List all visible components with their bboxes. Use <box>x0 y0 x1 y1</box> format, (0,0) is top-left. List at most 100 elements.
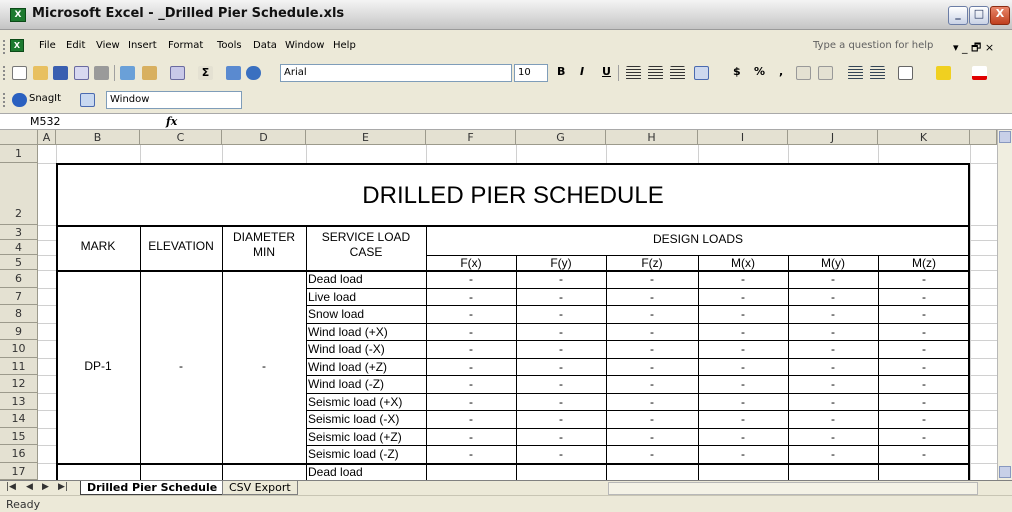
row-header[interactable]: 14 <box>0 410 38 428</box>
row-header[interactable]: 4 <box>0 240 38 255</box>
toolbar-grip[interactable] <box>3 66 6 80</box>
column-header[interactable]: K <box>878 130 970 145</box>
menu-data[interactable]: Data <box>253 40 277 51</box>
prev-sheet-icon[interactable]: ◀ <box>26 482 33 492</box>
sheet-tab-csv-export[interactable]: CSV Export <box>222 481 298 495</box>
column-header[interactable]: D <box>222 130 306 145</box>
font-size-select[interactable]: 10 <box>514 64 548 82</box>
align-left-icon[interactable] <box>626 66 641 80</box>
bold-button[interactable]: B <box>557 65 565 78</box>
last-sheet-icon[interactable]: ▶| <box>58 482 68 492</box>
worksheet-grid[interactable]: A B C D E F G H I J K 1 2 3 4 5 6 7 8 9 10 11 12 13 14 15 16 17 DRIL… <box>0 130 1012 480</box>
select-all-corner[interactable] <box>0 130 38 145</box>
row-header[interactable]: 12 <box>0 375 38 393</box>
vertical-scrollbar[interactable] <box>997 130 1012 480</box>
help-icon[interactable] <box>246 66 261 80</box>
row-header[interactable]: 8 <box>0 305 38 323</box>
increase-decimal-icon[interactable] <box>796 66 811 80</box>
menu-file[interactable]: File <box>39 40 56 51</box>
row-header[interactable]: 2 <box>0 163 38 225</box>
save-icon[interactable] <box>53 66 68 80</box>
increase-indent-icon[interactable] <box>870 66 885 80</box>
borders-icon[interactable] <box>898 66 913 80</box>
align-center-icon[interactable] <box>648 66 663 80</box>
print-icon[interactable] <box>94 66 109 80</box>
column-header[interactable]: B <box>56 130 140 145</box>
new-icon[interactable] <box>12 66 27 80</box>
load-value: - <box>650 359 654 374</box>
row-header[interactable]: 6 <box>0 270 38 288</box>
permission-icon[interactable] <box>74 66 89 80</box>
sheet-tab-drilled-pier-schedule[interactable]: Drilled Pier Schedule <box>80 481 225 495</box>
underline-button[interactable]: U <box>602 65 611 78</box>
decrease-decimal-icon[interactable] <box>818 66 833 80</box>
menu-edit[interactable]: Edit <box>66 40 85 51</box>
column-header[interactable]: E <box>306 130 426 145</box>
toolbar-grip[interactable] <box>3 40 6 54</box>
row-header[interactable]: 10 <box>0 340 38 358</box>
align-right-icon[interactable] <box>670 66 685 80</box>
row-header[interactable]: 1 <box>0 145 38 163</box>
row-header[interactable]: 7 <box>0 287 38 305</box>
mdi-window-controls[interactable]: ▾ _ 🗗 × <box>953 39 994 58</box>
menu-format[interactable]: Format <box>168 40 203 51</box>
font-name-select[interactable]: Arial <box>280 64 512 82</box>
insert-function-icon[interactable]: fx <box>166 115 177 128</box>
menu-view[interactable]: View <box>96 40 120 51</box>
column-header[interactable]: J <box>788 130 878 145</box>
row-header[interactable]: 17 <box>0 462 38 480</box>
column-header[interactable]: A <box>38 130 56 145</box>
row-header[interactable]: 16 <box>0 445 38 463</box>
load-value: - <box>741 307 745 321</box>
load-value: - <box>469 359 473 374</box>
snagit-settings-icon[interactable] <box>80 93 95 107</box>
fill-color-icon[interactable] <box>936 66 951 80</box>
research-icon[interactable] <box>120 66 135 80</box>
autosum-icon[interactable]: Σ <box>198 66 213 80</box>
scroll-down-icon[interactable] <box>999 466 1011 478</box>
row-header[interactable]: 11 <box>0 357 38 375</box>
percent-button[interactable]: % <box>754 65 765 78</box>
row-header[interactable]: 5 <box>0 255 38 270</box>
paste-icon[interactable] <box>142 66 157 80</box>
first-sheet-icon[interactable]: |◀ <box>6 482 16 492</box>
workbook-icon[interactable]: X <box>10 39 24 52</box>
menu-insert[interactable]: Insert <box>128 40 157 51</box>
comma-button[interactable]: , <box>779 65 783 78</box>
decrease-indent-icon[interactable] <box>848 66 863 80</box>
maximize-button[interactable]: □ <box>969 6 989 25</box>
menu-tools[interactable]: Tools <box>217 40 242 51</box>
open-icon[interactable] <box>33 66 48 80</box>
undo-icon[interactable] <box>170 66 185 80</box>
close-button[interactable]: X <box>990 6 1010 25</box>
help-question-box[interactable]: Type a question for help <box>813 40 933 51</box>
menu-help[interactable]: Help <box>333 40 356 51</box>
row-header[interactable]: 3 <box>0 225 38 240</box>
horizontal-scrollbar[interactable] <box>608 482 978 495</box>
column-header[interactable]: I <box>698 130 788 145</box>
currency-button[interactable]: $ <box>733 65 741 78</box>
name-box[interactable]: M532 <box>24 114 124 130</box>
column-header[interactable]: C <box>140 130 222 145</box>
row-header[interactable]: 13 <box>0 392 38 410</box>
row-header[interactable]: 15 <box>0 427 38 445</box>
next-sheet-icon[interactable]: ▶ <box>42 482 49 492</box>
column-header[interactable]: F <box>426 130 516 145</box>
chart-wizard-icon[interactable] <box>226 66 241 80</box>
column-header[interactable]: H <box>606 130 698 145</box>
merge-center-icon[interactable] <box>694 66 709 80</box>
italic-button[interactable]: I <box>580 65 584 78</box>
row-header[interactable]: 9 <box>0 322 38 340</box>
font-color-icon[interactable] <box>972 66 987 80</box>
snagit-icon[interactable] <box>12 93 27 107</box>
scroll-up-icon[interactable] <box>999 131 1011 143</box>
snagit-label[interactable]: SnagIt <box>29 93 61 104</box>
toolbar-grip[interactable] <box>3 93 6 107</box>
snagit-capture-mode-select[interactable]: Window <box>106 91 242 109</box>
excel-app-icon[interactable]: X <box>10 8 26 22</box>
load-value: - <box>559 447 563 461</box>
formula-input[interactable] <box>190 115 990 129</box>
column-header[interactable]: G <box>516 130 606 145</box>
menu-window[interactable]: Window <box>285 40 324 51</box>
minimize-button[interactable]: _ <box>948 6 968 25</box>
